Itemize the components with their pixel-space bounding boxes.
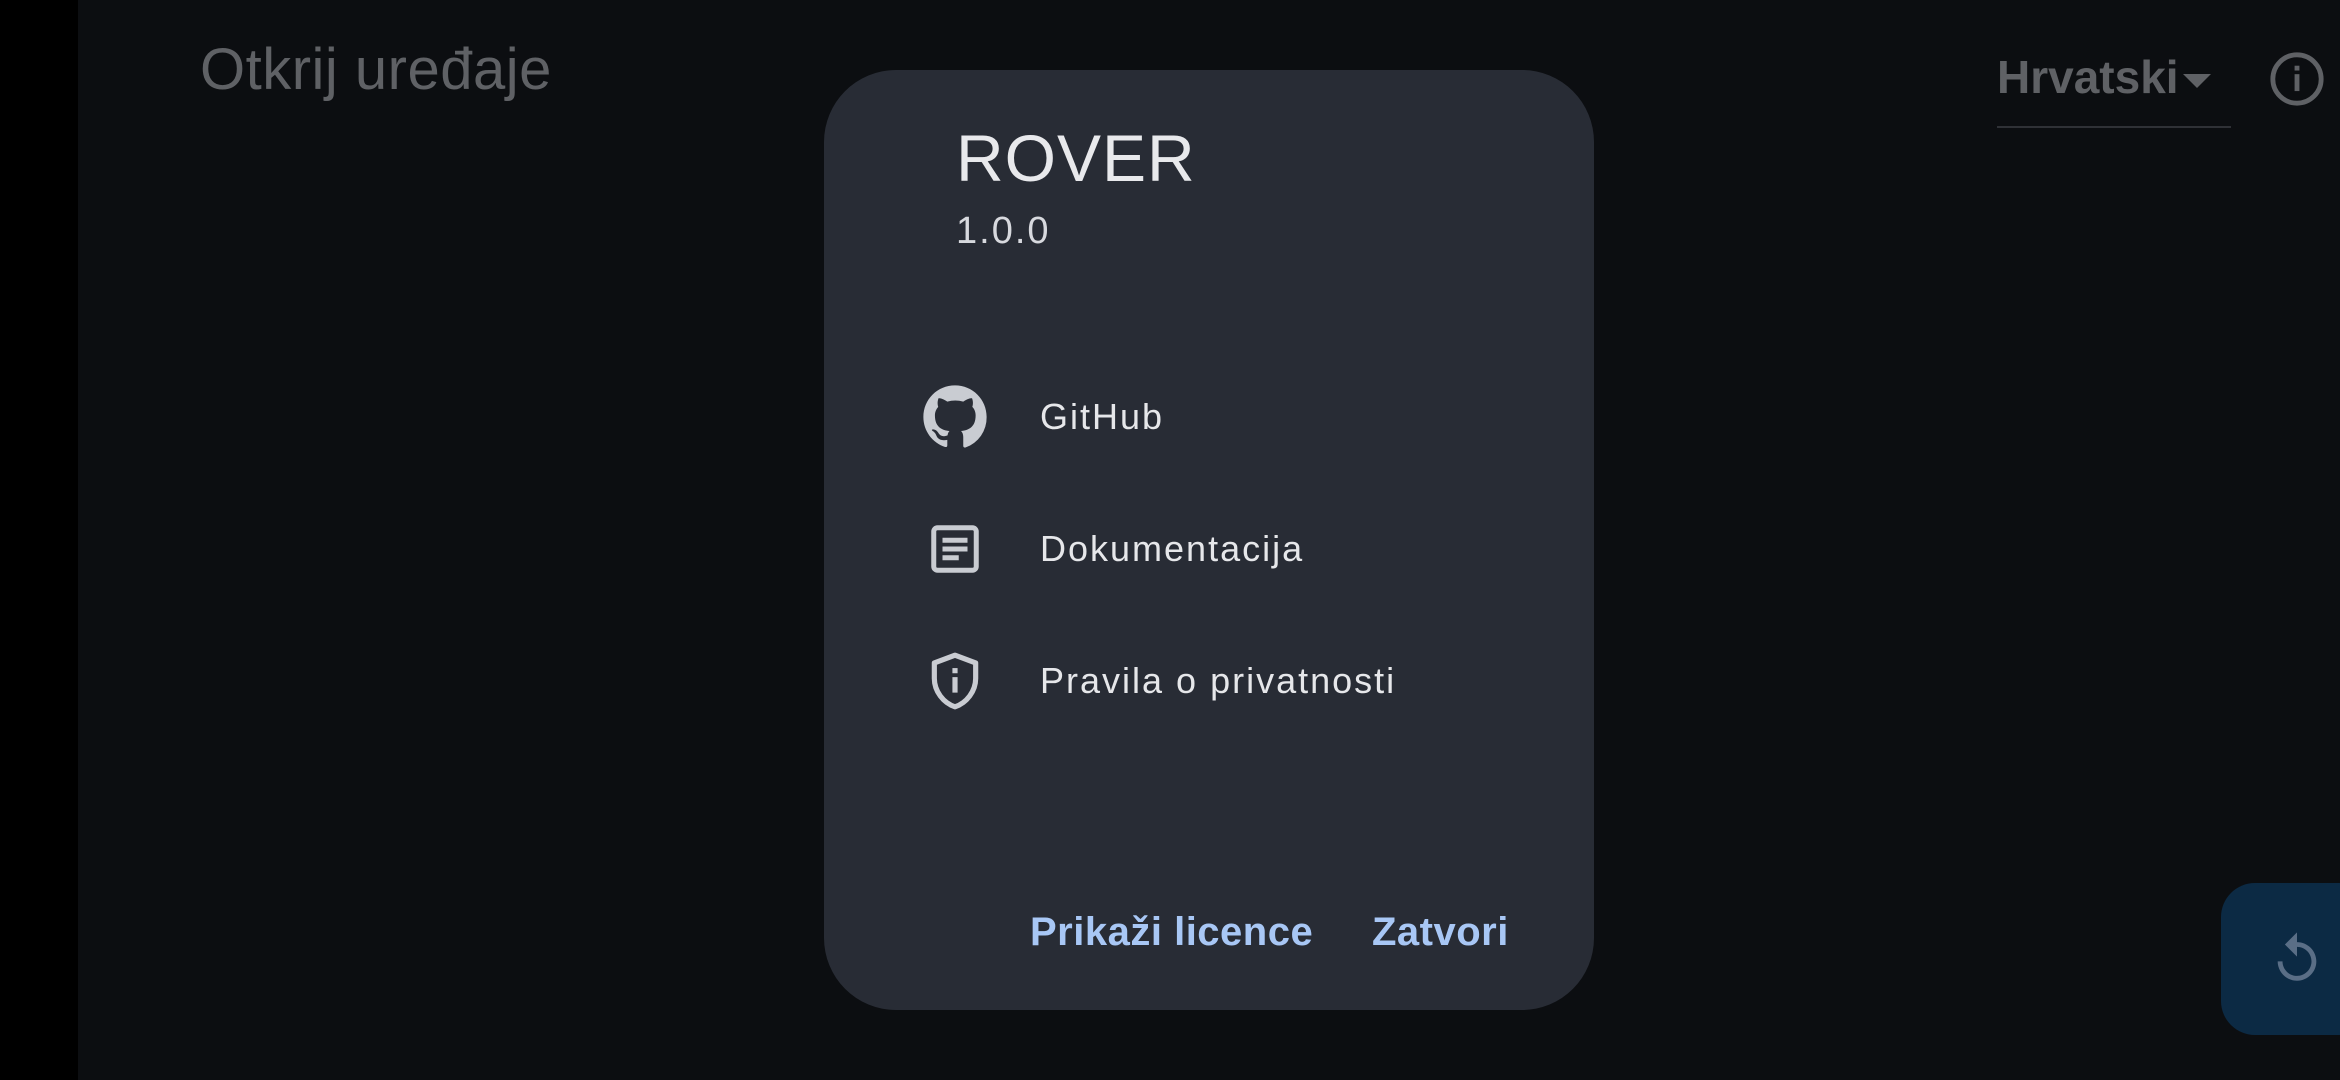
github-icon [920,382,990,452]
show-licenses-button[interactable]: Prikaži licence [1030,910,1313,955]
document-icon [920,514,990,584]
privacy-policy-link[interactable]: Pravila o privatnosti [920,636,1480,726]
privacy-shield-icon [920,646,990,716]
privacy-policy-link-label: Pravila o privatnosti [1040,660,1397,701]
app-name: ROVER [956,121,1196,195]
documentation-link-label: Dokumentacija [1040,528,1305,569]
close-button[interactable]: Zatvori [1372,910,1509,955]
about-dialog: ROVER 1.0.0 GitHub Dokumentacija Pravila… [824,70,1594,1010]
github-link-label: GitHub [1040,396,1165,437]
dialog-actions: Prikaži licence Zatvori [824,910,1594,990]
documentation-link[interactable]: Dokumentacija [920,504,1480,594]
app-version: 1.0.0 [956,210,1051,252]
github-link[interactable]: GitHub [920,372,1480,462]
